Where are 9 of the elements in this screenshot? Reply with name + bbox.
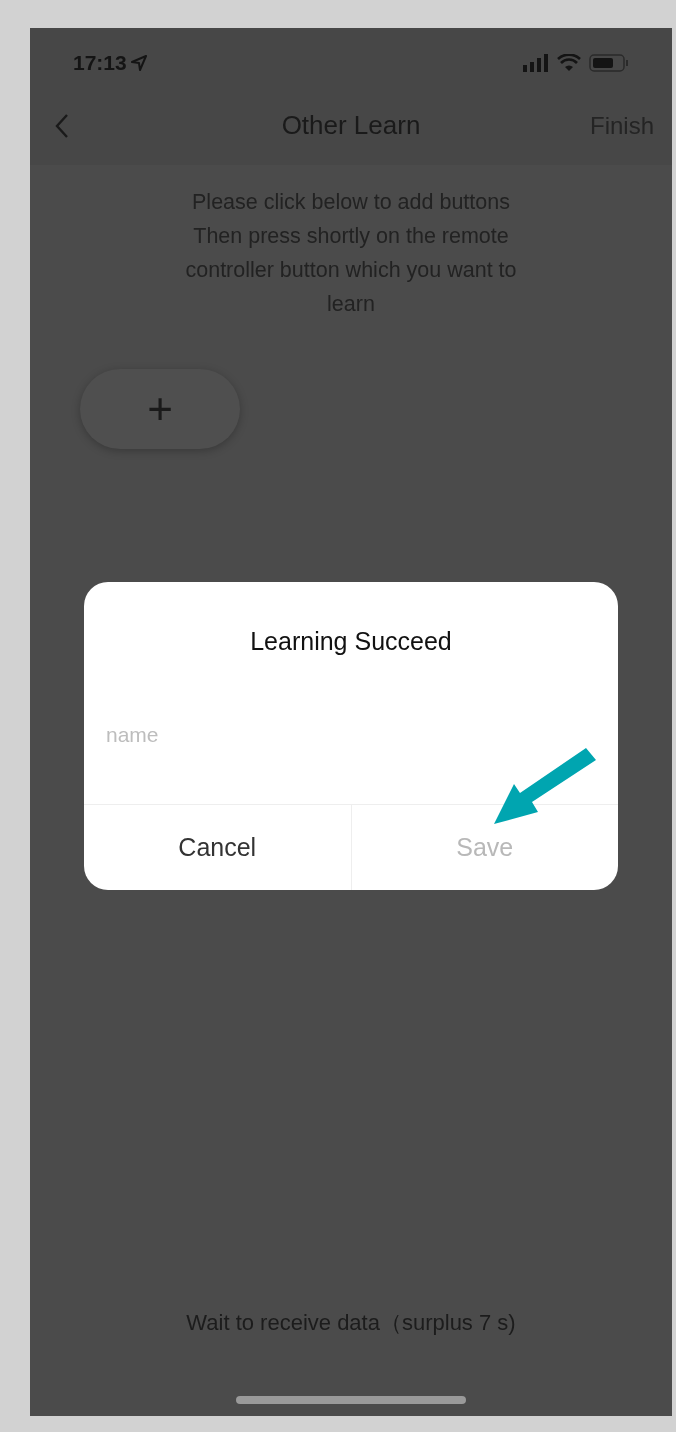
battery-icon (589, 54, 629, 72)
signal-icon (523, 54, 549, 72)
location-icon (130, 55, 147, 71)
dialog-button[interactable]: Cancel (84, 805, 351, 890)
name-field[interactable]: name (106, 702, 596, 768)
back-chevron-icon (55, 113, 69, 139)
wifi-icon (557, 54, 581, 72)
dialog-title: Learning Succeed (250, 626, 452, 658)
add-button[interactable]: + (80, 369, 240, 449)
